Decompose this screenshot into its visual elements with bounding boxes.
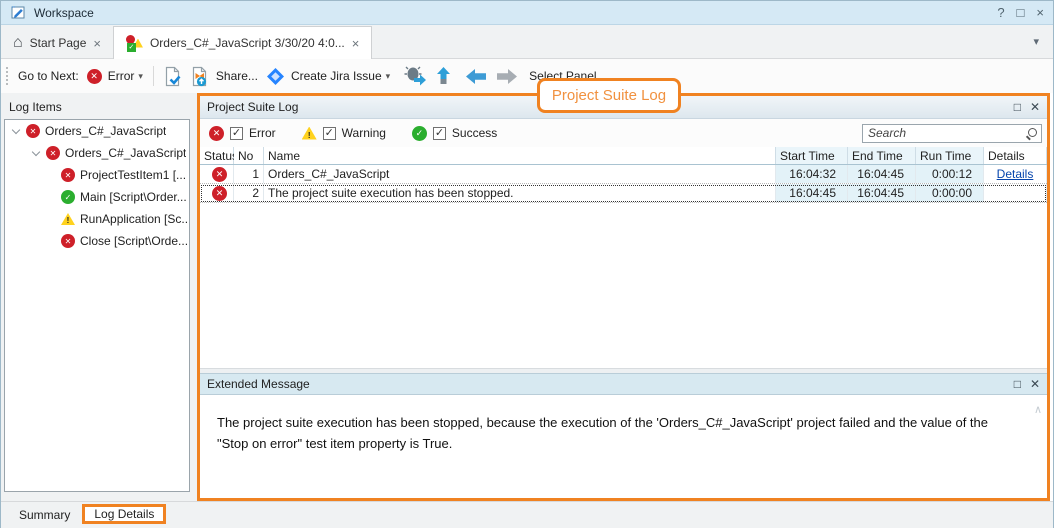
filter-bar: Error Warning Success <box>200 119 1047 147</box>
filter-error: Error <box>209 126 276 141</box>
callout-label: Project Suite Log <box>552 87 666 104</box>
expand-chevron-icon[interactable] <box>12 125 20 133</box>
chevron-down-icon[interactable]: ▾ <box>386 71 391 82</box>
table-row-selected[interactable]: 2 The project suite execution has been s… <box>200 184 1047 203</box>
search-icon[interactable] <box>1026 128 1037 139</box>
create-jira-issue-button[interactable]: Create Jira Issue <box>291 69 382 83</box>
callout-log-details: Log Details <box>82 504 166 524</box>
jira-icon <box>266 67 285 86</box>
error-icon <box>209 126 224 141</box>
column-header-end-time[interactable]: End Time <box>848 147 916 164</box>
close-panel-icon[interactable]: ✕ <box>1030 101 1040 113</box>
tab-start-page[interactable]: ⌂ Start Page × <box>1 28 113 58</box>
column-header-name[interactable]: Name <box>264 147 776 164</box>
tree-node-projecttestitem1[interactable]: ProjectTestItem1 [... <box>5 164 189 186</box>
app-icon <box>10 4 27 21</box>
close-button[interactable]: × <box>1036 6 1044 19</box>
log-status-icon: ✓ <box>126 35 143 52</box>
share-button[interactable]: Share... <box>216 69 258 83</box>
previous-result-button[interactable] <box>465 68 487 85</box>
tab-log-orders[interactable]: ✓ Orders_C#_JavaScript 3/30/20 4:0... × <box>113 26 372 59</box>
tree-node-close[interactable]: Close [Script\Orde... <box>5 230 189 252</box>
tree-node-runapplication[interactable]: RunApplication [Sc... <box>5 208 189 230</box>
close-panel-icon[interactable]: ✕ <box>1030 378 1040 390</box>
close-tab-icon[interactable]: × <box>93 36 101 51</box>
tab-log-details[interactable]: Log Details <box>85 504 163 524</box>
column-header-details[interactable]: Details <box>984 147 1047 164</box>
error-icon <box>26 124 40 138</box>
log-table-header: Status No Name Start Time End Time Run T… <box>200 147 1047 165</box>
column-header-start-time[interactable]: Start Time <box>776 147 848 164</box>
success-icon <box>412 126 427 141</box>
go-to-next-error-button[interactable]: Error <box>108 69 135 83</box>
maximize-panel-icon[interactable]: □ <box>1014 101 1021 113</box>
column-header-no[interactable]: No <box>234 147 264 164</box>
search-box <box>862 124 1042 143</box>
error-icon <box>212 186 227 201</box>
filter-warning: Warning <box>302 126 386 140</box>
success-checkbox[interactable] <box>433 127 446 140</box>
bottom-tab-bar: Summary Log Details <box>1 501 1053 528</box>
log-items-tree: Orders_C#_JavaScript Orders_C#_JavaScrip… <box>4 119 190 492</box>
maximize-button[interactable]: □ <box>1017 6 1025 19</box>
error-checkbox[interactable] <box>230 127 243 140</box>
maximize-panel-icon[interactable]: □ <box>1014 378 1021 390</box>
home-icon: ⌂ <box>13 35 23 51</box>
go-to-next-label: Go to Next: <box>18 69 79 83</box>
help-button[interactable]: ? <box>997 6 1004 19</box>
panel-title: Extended Message <box>207 377 310 391</box>
log-items-title: Log Items <box>1 93 197 120</box>
details-link[interactable]: Details <box>997 167 1034 181</box>
tree-node-project[interactable]: Orders_C#_JavaScript <box>5 142 189 164</box>
window-title: Workspace <box>34 6 94 20</box>
title-bar: Workspace ? □ × <box>1 1 1053 25</box>
success-icon <box>61 190 75 204</box>
filter-success: Success <box>412 126 497 141</box>
column-header-status[interactable]: Status <box>200 147 234 164</box>
scroll-up-icon[interactable]: ∧ <box>1034 403 1042 416</box>
expand-chevron-icon[interactable] <box>32 147 40 155</box>
log-table: Status No Name Start Time End Time Run T… <box>200 147 1047 203</box>
column-header-run-time[interactable]: Run Time <box>916 147 984 164</box>
extended-message-text: The project suite execution has been sto… <box>217 412 991 454</box>
tab-summary[interactable]: Summary <box>9 504 80 526</box>
log-table-empty-area <box>200 203 1047 368</box>
up-one-level-button[interactable] <box>436 66 456 86</box>
project-suite-log-panel: Project Suite Log □ ✕ Error Warning Succ… <box>197 93 1050 501</box>
tree-node-suite[interactable]: Orders_C#_JavaScript <box>5 120 189 142</box>
document-tab-bar: ⌂ Start Page × ✓ Orders_C#_JavaScript 3/… <box>1 25 1053 59</box>
table-row[interactable]: 1 Orders_C#_JavaScript 16:04:32 16:04:45… <box>200 165 1047 184</box>
error-icon <box>87 69 102 84</box>
error-icon <box>46 146 60 160</box>
chevron-down-icon[interactable]: ▾ <box>138 71 143 82</box>
panel-title: Project Suite Log <box>207 100 298 114</box>
validate-log-button[interactable] <box>162 66 183 87</box>
error-icon <box>61 234 75 248</box>
toolbar-separator <box>153 66 154 86</box>
tab-label: Orders_C#_JavaScript 3/30/20 4:0... <box>150 36 345 50</box>
jump-to-test-button[interactable] <box>404 65 428 87</box>
callout-project-suite-log: Project Suite Log <box>537 78 681 113</box>
warning-checkbox[interactable] <box>323 127 336 140</box>
search-input[interactable] <box>862 124 1042 143</box>
workspace-window: Workspace ? □ × ⌂ Start Page × ✓ Orders_… <box>0 0 1054 528</box>
error-icon <box>61 168 75 182</box>
tab-overflow-icon[interactable]: ▾ <box>1033 35 1039 48</box>
warning-icon <box>302 127 317 140</box>
export-log-button[interactable] <box>189 66 210 87</box>
log-items-panel: Log Items Orders_C#_JavaScript Orders_C#… <box>1 93 197 501</box>
error-icon <box>212 167 227 182</box>
toolbar-grip[interactable] <box>6 67 8 85</box>
close-tab-icon[interactable]: × <box>352 36 360 51</box>
tab-label: Start Page <box>30 36 87 50</box>
warning-icon <box>61 213 75 225</box>
extended-message-body: The project suite execution has been sto… <box>200 395 1047 498</box>
next-result-button[interactable] <box>496 68 518 85</box>
log-toolbar: Go to Next: Error ▾ Share... Create Jira… <box>1 59 1053 93</box>
tree-node-main[interactable]: Main [Script\Order... <box>5 186 189 208</box>
extended-message-header: Extended Message □ ✕ <box>200 373 1047 395</box>
